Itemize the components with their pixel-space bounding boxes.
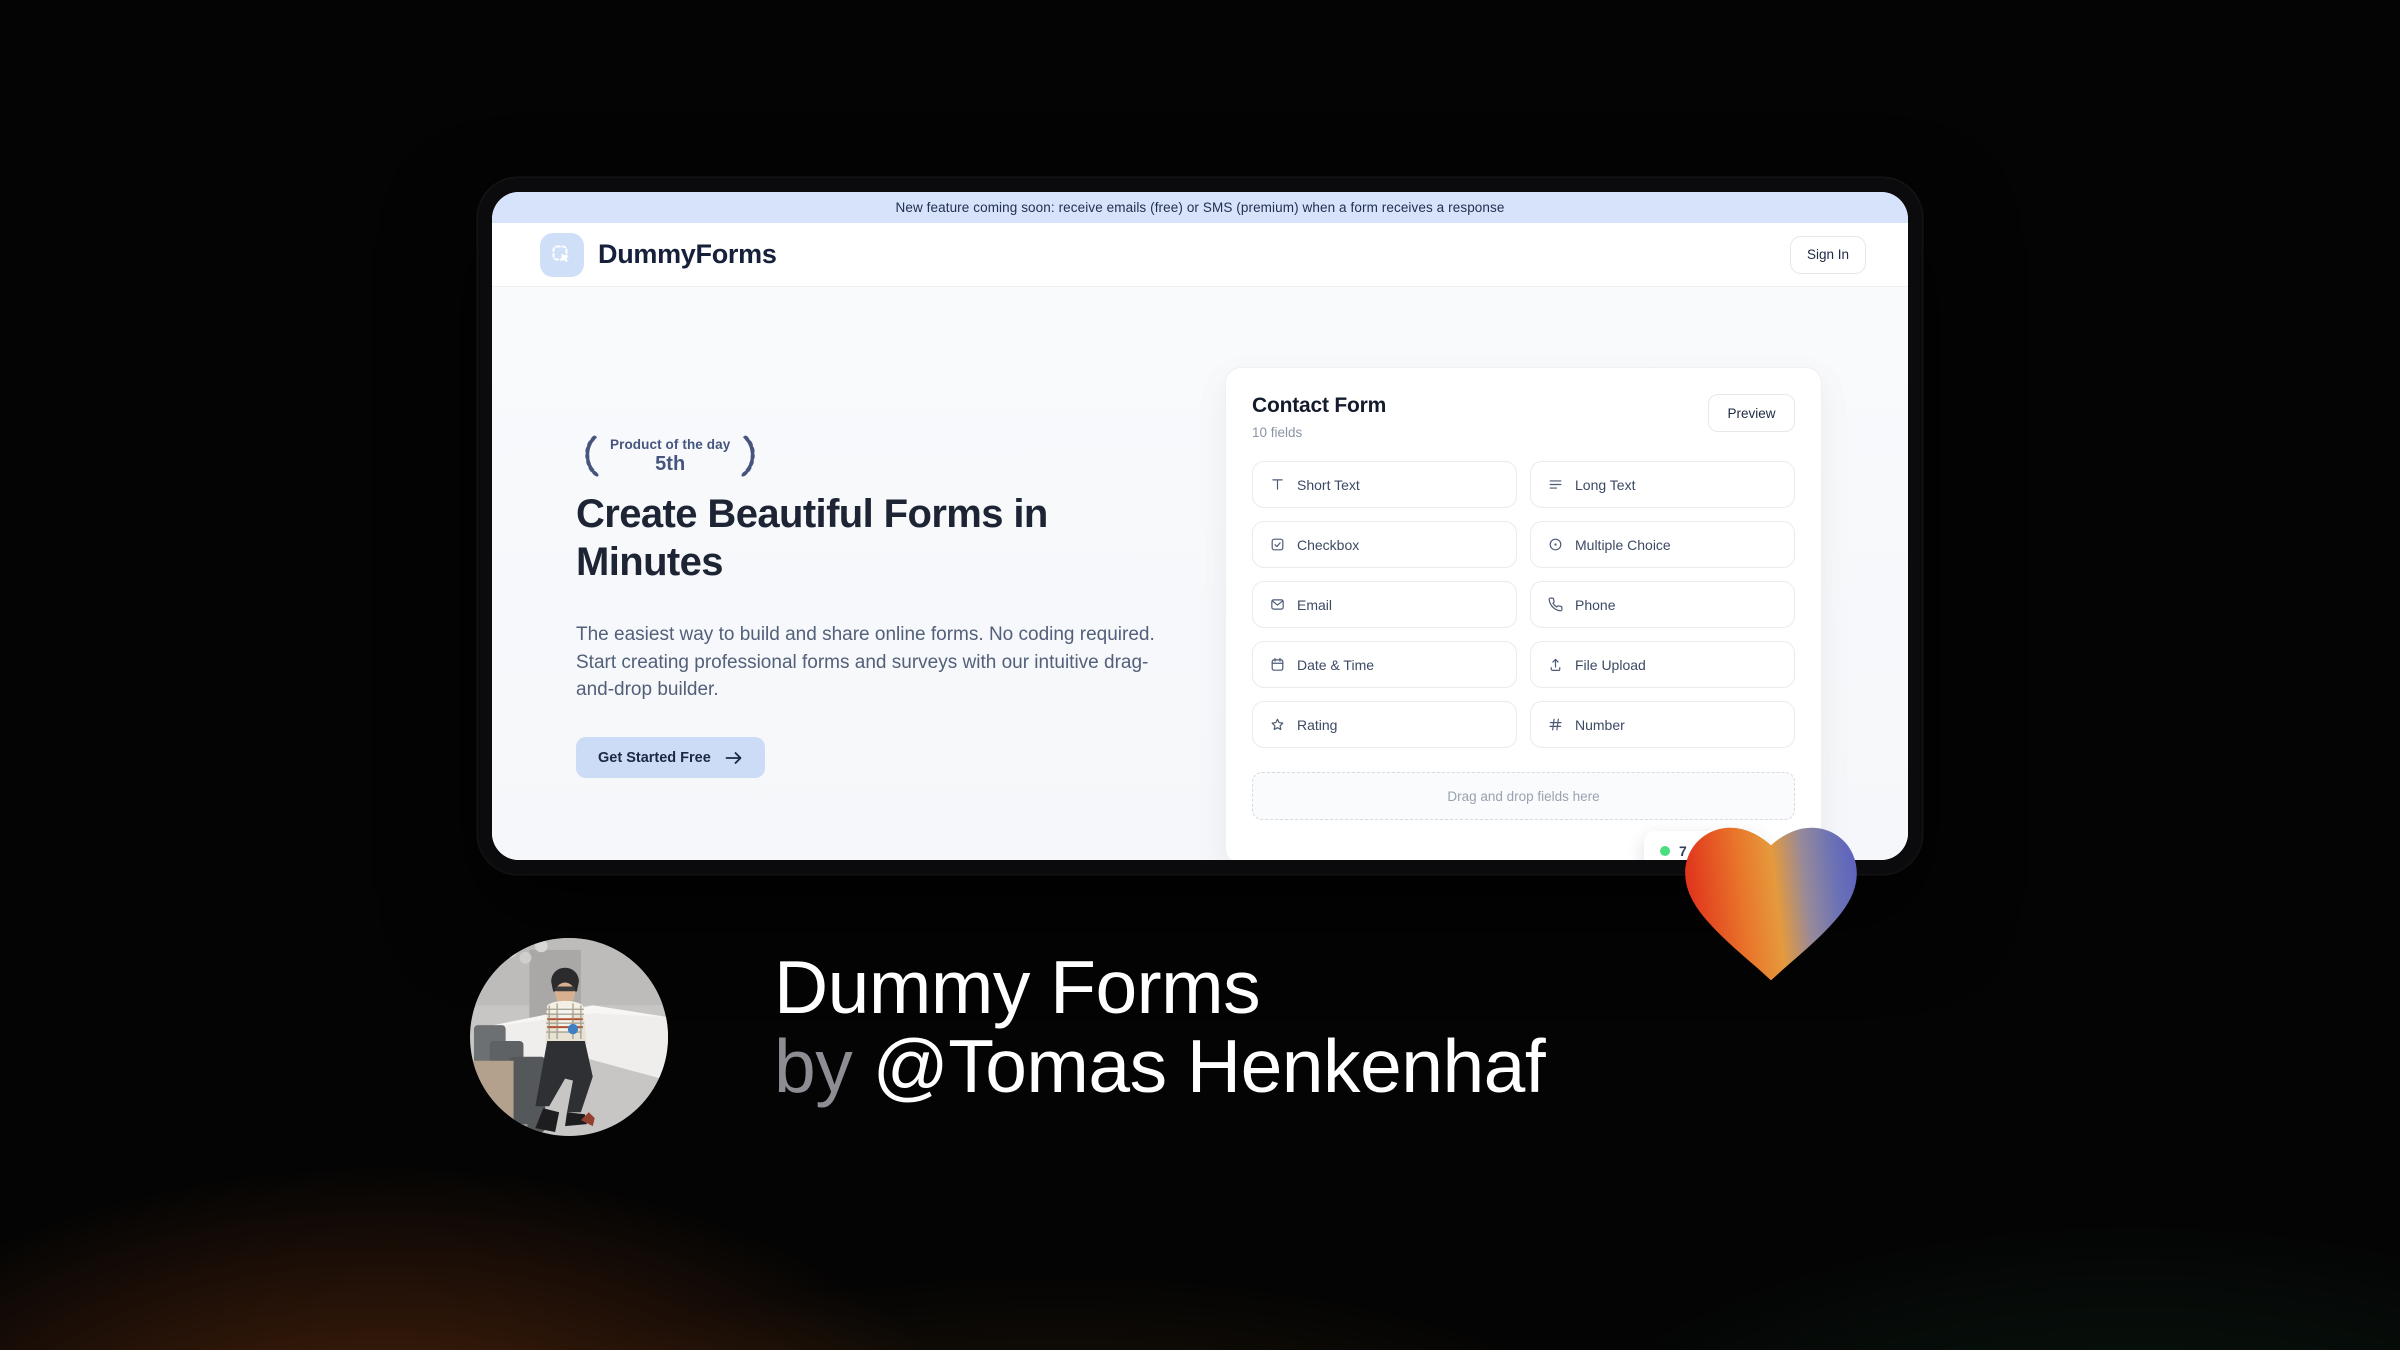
announcement-text: New feature coming soon: receive emails … [895,200,1505,215]
get-started-label: Get Started Free [598,749,711,766]
phone-icon [1546,596,1564,614]
field-number[interactable]: Number [1530,701,1795,748]
form-title: Contact Form [1252,394,1387,417]
caption-by: by [774,1024,873,1108]
field-label: Rating [1297,716,1338,733]
avatar-photo-illustration [470,938,668,1136]
hero-heading: Create Beautiful Forms in Minutes [576,492,1048,584]
award-text: Product of the day 5th [610,437,730,476]
green-dot-icon [1660,846,1670,856]
gradient-heart-icon [1685,827,1857,981]
long-text-icon [1546,476,1564,494]
avatar [470,938,668,1136]
card-header: Contact Form 10 fields Preview [1252,394,1795,440]
short-text-icon [1268,476,1286,494]
field-short-text[interactable]: Short Text [1252,461,1517,508]
field-label: Checkbox [1297,536,1360,553]
field-label: Email [1297,596,1333,613]
form-field-count: 10 fields [1252,425,1303,440]
field-long-text[interactable]: Long Text [1530,461,1795,508]
field-label: Date & Time [1297,656,1375,673]
card-header-text: Contact Form 10 fields [1252,394,1386,440]
hash-icon [1546,716,1564,734]
app-header: DummyForms Sign In [492,223,1908,287]
get-started-button[interactable]: Get Started Free [576,737,765,778]
laurel-left-icon [585,435,599,477]
product-of-the-day-badge: Product of the day 5th [576,433,764,479]
field-label: Multiple Choice [1575,536,1671,553]
field-phone[interactable]: Phone [1530,581,1795,628]
award-label: Product of the day [610,436,731,452]
field-rating[interactable]: Rating [1252,701,1517,748]
field-file-upload[interactable]: File Upload [1530,641,1795,688]
announcement-banner: New feature coming soon: receive emails … [492,192,1908,223]
award-rank: 5th [655,452,686,475]
sign-in-button[interactable]: Sign In [1790,235,1866,274]
dashed-select-cursor-icon [552,245,570,262]
caption-title: Dummy Forms [774,945,1261,1029]
multiple-choice-icon [1546,536,1564,554]
brand-title: DummyForms [598,239,777,269]
field-type-grid: Short Text Long Text Checkbox Multiple C… [1252,461,1795,748]
email-icon [1268,596,1286,614]
form-builder-card: Contact Form 10 fields Preview Short Tex… [1225,367,1822,860]
logo[interactable] [540,232,584,277]
window-content: New feature coming soon: receive emails … [492,192,1908,860]
arrow-right-icon [725,751,742,764]
field-label: Long Text [1575,476,1636,493]
preview-button[interactable]: Preview [1708,394,1795,432]
field-label: File Upload [1575,656,1646,673]
calendar-icon [1268,656,1286,674]
star-icon [1268,716,1286,734]
caption-byline: by @Tomas Henkenhaf [774,1024,1546,1108]
field-label: Number [1575,716,1625,733]
caption: Dummy Forms by @Tomas Henkenhaf [774,945,1546,1108]
field-checkbox[interactable]: Checkbox [1252,521,1517,568]
checkbox-icon [1268,536,1286,554]
drag-drop-text: Drag and drop fields here [1447,788,1600,804]
browser-window: New feature coming soon: receive emails … [478,178,1922,874]
field-email[interactable]: Email [1252,581,1517,628]
laurel-right-icon [741,435,756,477]
field-multiple-choice[interactable]: Multiple Choice [1530,521,1795,568]
upload-icon [1546,656,1564,674]
hero-section: Product of the day 5th Create Beautiful … [492,287,1908,860]
field-label: Phone [1575,596,1616,613]
caption-author: @Tomas Henkenhaf [872,1024,1546,1108]
hero-description: The easiest way to build and share onlin… [576,624,1155,700]
field-date-time[interactable]: Date & Time [1252,641,1517,688]
field-label: Short Text [1297,476,1360,493]
